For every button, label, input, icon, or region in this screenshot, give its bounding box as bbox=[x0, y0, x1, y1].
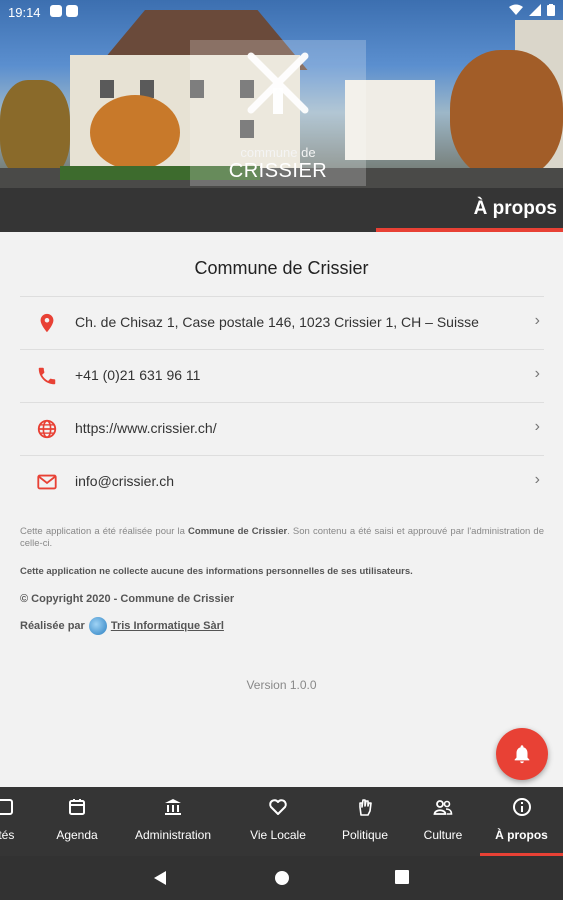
privacy-note: Cette application ne collecte aucune des… bbox=[20, 566, 413, 577]
nav-label: Administration bbox=[134, 828, 212, 842]
address-row[interactable]: Ch. de Chisaz 1, Case postale 146, 1023 … bbox=[20, 296, 544, 349]
tree-shape bbox=[90, 95, 180, 170]
website-row[interactable]: https://www.crissier.ch/ › bbox=[20, 402, 544, 455]
globe-icon bbox=[37, 419, 57, 439]
tris-informatique-link[interactable]: Tris Informatique Sàrl bbox=[111, 620, 224, 632]
hand-icon bbox=[359, 799, 372, 816]
phone-text: +41 (0)21 631 96 11 bbox=[75, 367, 201, 383]
title-bar: À propos bbox=[0, 188, 563, 232]
nav-label: ités bbox=[0, 828, 15, 842]
app-version: Version 1.0.0 bbox=[246, 678, 317, 692]
made-by: Réalisée par Tris Informatique Sàrl bbox=[20, 617, 224, 635]
nav-item-a-propos[interactable]: À propos bbox=[480, 787, 563, 856]
windmill-logo-icon bbox=[247, 52, 309, 114]
chevron-right-icon: › bbox=[534, 418, 540, 435]
address-text: Ch. de Chisaz 1, Case postale 146, 1023 … bbox=[75, 314, 479, 330]
email-text: info@crissier.ch bbox=[75, 473, 175, 489]
building-icon bbox=[165, 799, 181, 815]
tree-shape bbox=[450, 50, 563, 180]
info-icon bbox=[512, 798, 531, 816]
crissier-logo: commune de CRISSIER bbox=[190, 40, 366, 186]
nav-item-actualites[interactable]: ités bbox=[0, 787, 28, 856]
logo-title: CRISSIER bbox=[228, 160, 328, 182]
back-triangle-icon[interactable] bbox=[153, 870, 167, 886]
nav-label: Politique bbox=[341, 828, 389, 842]
made-by-label: Réalisée par bbox=[20, 620, 85, 632]
signal-icon bbox=[529, 4, 541, 16]
note-bold-commune: Commune de Crissier bbox=[188, 526, 288, 537]
logo-subtitle: commune de bbox=[240, 145, 316, 160]
heart-icon bbox=[269, 799, 287, 815]
tris-logo-icon bbox=[88, 617, 107, 635]
status-bar: 19:14 bbox=[0, 0, 563, 24]
system-navigation-bar bbox=[0, 856, 563, 900]
nav-label: À propos bbox=[495, 828, 548, 842]
phone-icon bbox=[38, 367, 56, 385]
notifications-fab-button[interactable] bbox=[496, 728, 548, 780]
header-image: commune de CRISSIER bbox=[0, 0, 563, 188]
copyright-text: © Copyright 2020 - Commune de Crissier bbox=[20, 593, 235, 605]
commune-heading: Commune de Crissier bbox=[194, 258, 369, 278]
nav-item-culture[interactable]: Culture bbox=[414, 787, 472, 856]
app-made-for-note: Cette application a été réalisée pour la… bbox=[20, 526, 544, 550]
calendar-icon bbox=[69, 799, 85, 815]
nav-item-agenda[interactable]: Agenda bbox=[46, 787, 108, 856]
note-text: Cette application a été réalisée pour la bbox=[20, 526, 189, 537]
notification-icon bbox=[50, 5, 62, 17]
page-title: À propos bbox=[473, 198, 557, 219]
status-right bbox=[509, 4, 555, 16]
chevron-right-icon: › bbox=[534, 312, 540, 329]
nav-item-politique[interactable]: Politique bbox=[334, 787, 396, 856]
chevron-right-icon: › bbox=[534, 365, 540, 382]
news-icon bbox=[0, 799, 13, 815]
mail-icon bbox=[37, 474, 57, 490]
website-text: https://www.crissier.ch/ bbox=[75, 420, 217, 436]
chevron-right-icon: › bbox=[534, 471, 540, 488]
nav-label: Culture bbox=[423, 828, 463, 842]
battery-icon bbox=[547, 4, 555, 16]
nav-label: Agenda bbox=[56, 828, 98, 842]
nav-item-vie-locale[interactable]: Vie Locale bbox=[240, 787, 316, 856]
status-time: 19:14 bbox=[8, 5, 41, 20]
home-circle-icon[interactable] bbox=[274, 870, 290, 886]
phone-row[interactable]: +41 (0)21 631 96 11 › bbox=[20, 349, 544, 402]
bottom-navigation: ités Agenda Administration Vie Locale Po… bbox=[0, 787, 563, 856]
email-row[interactable]: info@crissier.ch › bbox=[20, 455, 544, 508]
bell-icon bbox=[514, 745, 530, 764]
nav-item-administration[interactable]: Administration bbox=[126, 787, 220, 856]
wifi-icon bbox=[509, 4, 523, 15]
notification-icon bbox=[66, 5, 78, 17]
recents-square-icon[interactable] bbox=[395, 870, 409, 884]
notification-icons bbox=[50, 5, 78, 17]
about-content: Commune de Crissier Ch. de Chisaz 1, Cas… bbox=[0, 232, 563, 787]
people-icon bbox=[433, 800, 453, 815]
nav-label: Vie Locale bbox=[250, 828, 306, 842]
location-pin-icon bbox=[40, 313, 54, 333]
tree-shape bbox=[0, 80, 70, 180]
